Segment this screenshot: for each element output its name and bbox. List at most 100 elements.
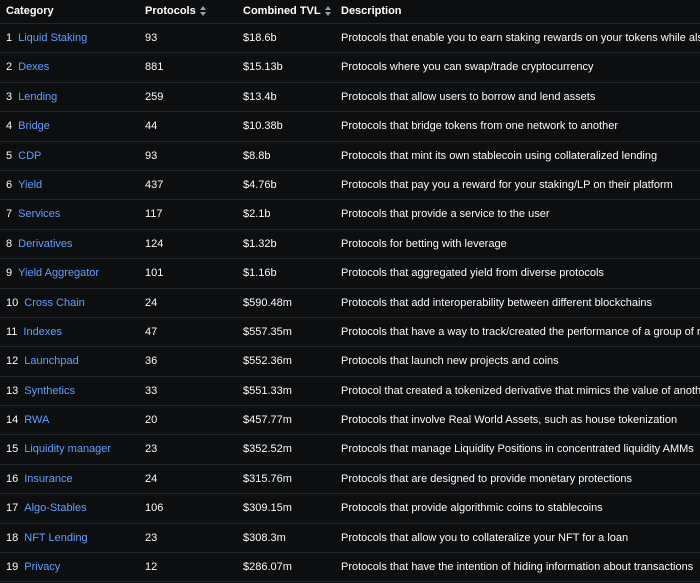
category-link[interactable]: Yield Aggregator — [18, 267, 99, 279]
combined-tvl: $1.32b — [243, 237, 277, 250]
category-link[interactable]: Synthetics — [24, 385, 75, 397]
category-link[interactable]: Algo-Stables — [24, 502, 86, 514]
table-row[interactable]: 9 Yield Aggregator 101 $1.16b Protocols that… — [0, 259, 700, 289]
protocols-count: 24 — [145, 472, 158, 485]
table-row[interactable]: 17 Algo-Stables 106 $309.15m Protocols that … — [0, 494, 700, 524]
protocols-count: 124 — [145, 237, 164, 250]
category-link[interactable]: CDP — [18, 150, 41, 162]
category-link[interactable]: Cross Chain — [24, 297, 85, 309]
row-rank: 8 — [6, 237, 13, 250]
table-row[interactable]: 5 CDP 93 $8.8b Protocols that mint its own s… — [0, 142, 700, 171]
table-header: Category Protocols Combined TVL Descript… — [0, 0, 700, 24]
row-rank: 12 — [6, 355, 19, 368]
table-row[interactable]: 13 Synthetics 33 $551.33m Protocol that crea… — [0, 377, 700, 407]
category-link[interactable]: Derivatives — [18, 238, 72, 250]
category-link[interactable]: Indexes — [23, 326, 62, 338]
header-protocols-label: Protocols — [145, 5, 196, 17]
protocols-count: 12 — [145, 561, 158, 574]
category-cell: 8 Derivatives — [6, 230, 73, 259]
category-cell: 2 Dexes — [6, 53, 49, 82]
protocols-count: 106 — [145, 502, 164, 515]
category-cell: 11 Indexes — [6, 318, 62, 347]
category-cell: 19 Privacy — [6, 553, 60, 582]
row-rank: 1 — [6, 32, 13, 44]
description-cell: Protocols that allow you to collateraliz… — [341, 531, 629, 544]
category-cell: 17 Algo-Stables — [6, 494, 87, 523]
protocols-count: 23 — [145, 443, 158, 456]
description-cell: Protocols that aggregated yield from div… — [341, 267, 604, 280]
description-cell: Protocols that allow users to borrow and… — [341, 90, 596, 103]
row-rank: 17 — [6, 502, 19, 515]
row-rank: 19 — [6, 561, 19, 574]
category-link[interactable]: Insurance — [24, 473, 72, 485]
categories-table: Category Protocols Combined TVL Descript… — [0, 0, 700, 583]
category-link[interactable]: Launchpad — [24, 355, 78, 367]
sort-icon[interactable] — [324, 6, 331, 17]
combined-tvl: $590.48m — [243, 296, 292, 309]
header-category: Category — [6, 5, 54, 17]
table-row[interactable]: 1 Liquid Staking 93 $18.6b Protocols that en… — [0, 24, 700, 54]
description-cell: Protocols that bridge tokens from one ne… — [341, 120, 618, 133]
category-link[interactable]: Yield — [18, 179, 42, 191]
table-row[interactable]: 6 Yield 437 $4.76b Protocols that pay you a … — [0, 171, 700, 201]
header-protocols[interactable]: Protocols — [145, 0, 206, 22]
protocols-count: 101 — [145, 267, 164, 280]
combined-tvl: $4.76b — [243, 178, 277, 191]
protocols-count: 47 — [145, 325, 158, 338]
table-row[interactable]: 18 NFT Lending 23 $308.3m Protocols that all… — [0, 524, 700, 554]
table-row[interactable]: 16 Insurance 24 $315.76m Protocols that are … — [0, 465, 700, 495]
table-row[interactable]: 19 Privacy 12 $286.07m Protocols that have t… — [0, 553, 700, 583]
description-cell: Protocols that provide algorithmic coins… — [341, 502, 603, 515]
row-rank: 13 — [6, 384, 19, 397]
row-rank: 10 — [6, 296, 19, 309]
table-row[interactable]: 10 Cross Chain 24 $590.48m Protocols that ad… — [0, 289, 700, 318]
category-link[interactable]: Dexes — [18, 61, 49, 73]
combined-tvl: $352.52m — [243, 443, 292, 456]
description-cell: Protocols that add interoperability betw… — [341, 296, 653, 309]
sort-icon[interactable] — [199, 6, 206, 17]
protocols-count: 44 — [145, 120, 158, 133]
row-rank: 15 — [6, 443, 19, 456]
header-tvl-label: Combined TVL — [243, 5, 321, 17]
description-cell: Protocols that pay you a reward for your… — [341, 178, 673, 191]
category-cell: 9 Yield Aggregator — [6, 259, 99, 288]
combined-tvl: $557.35m — [243, 325, 292, 338]
description-cell: Protocols that have a way to track/creat… — [341, 325, 700, 338]
protocols-count: 36 — [145, 355, 158, 368]
description-cell: Protocols that provide a service to the … — [341, 208, 550, 221]
header-description: Description — [341, 5, 402, 17]
category-cell: 6 Yield — [6, 171, 42, 200]
combined-tvl: $1.16b — [243, 267, 277, 280]
table-row[interactable]: 11 Indexes 47 $557.35m Protocols that have a… — [0, 318, 700, 348]
table-row[interactable]: 3 Lending 259 $13.4b Protocols that allow us… — [0, 83, 700, 113]
category-link[interactable]: Lending — [18, 91, 57, 103]
table-row[interactable]: 14 RWA 20 $457.77m Protocols that involve Re… — [0, 406, 700, 436]
category-link[interactable]: Bridge — [18, 120, 50, 132]
category-link[interactable]: Liquidity manager — [24, 443, 111, 455]
protocols-count: 881 — [145, 61, 164, 74]
category-link[interactable]: Liquid Staking — [18, 32, 87, 44]
category-link[interactable]: RWA — [24, 414, 49, 426]
table-row[interactable]: 7 Services 117 $2.1b Protocols that provide … — [0, 200, 700, 230]
table-row[interactable]: 12 Launchpad 36 $552.36m Protocols that laun… — [0, 347, 700, 377]
table-row[interactable]: 2 Dexes 881 $15.13b Protocols where you can … — [0, 53, 700, 83]
category-link[interactable]: NFT Lending — [24, 532, 87, 544]
category-cell: 1 Liquid Staking — [6, 24, 87, 53]
category-cell: 4 Bridge — [6, 112, 50, 141]
category-cell: 15 Liquidity manager — [6, 435, 111, 464]
combined-tvl: $8.8b — [243, 149, 271, 162]
header-tvl[interactable]: Combined TVL — [243, 0, 331, 22]
combined-tvl: $315.76m — [243, 472, 292, 485]
table-row[interactable]: 15 Liquidity manager 23 $352.52m Protocols t… — [0, 435, 700, 465]
description-cell: Protocols for betting with leverage — [341, 237, 507, 250]
table-row[interactable]: 4 Bridge 44 $10.38b Protocols that bridge to… — [0, 112, 700, 142]
category-link[interactable]: Privacy — [24, 561, 60, 573]
combined-tvl: $308.3m — [243, 531, 286, 544]
protocols-count: 33 — [145, 384, 158, 397]
category-link[interactable]: Services — [18, 208, 60, 220]
table-row[interactable]: 8 Derivatives 124 $1.32b Protocols for betti… — [0, 230, 700, 260]
row-rank: 7 — [6, 208, 13, 221]
description-cell: Protocols that involve Real World Assets… — [341, 414, 678, 427]
category-cell: 14 RWA — [6, 406, 49, 435]
combined-tvl: $457.77m — [243, 414, 292, 427]
